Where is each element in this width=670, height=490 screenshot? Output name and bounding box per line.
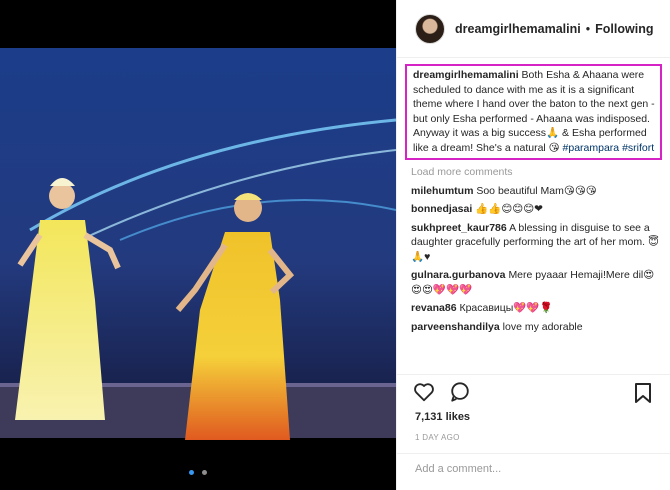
comment-item: sukhpreet_kaur786 A blessing in disguise… [411, 221, 662, 265]
comment-user[interactable]: bonnedjasai [411, 203, 472, 215]
caption-author[interactable]: dreamgirlhemamalini [413, 69, 519, 81]
comment-item: parveenshandilya love my adorable [411, 320, 662, 335]
caption: dreamgirlhemamalini Both Esha & Ahaana w… [405, 64, 662, 160]
add-comment-input[interactable]: Add a comment... [397, 453, 670, 483]
bookmark-icon[interactable] [634, 383, 652, 408]
header-username[interactable]: dreamgirlhemamalini [455, 22, 581, 36]
post-sidebar: dreamgirlhemamalini • Following dreamgir… [396, 0, 670, 490]
comment-item: milehumtum Soo beautiful Mam😘😘😘 [411, 184, 662, 199]
carousel-dots[interactable] [0, 462, 396, 480]
comment-item: gulnara.gurbanova Mere pyaaar Hemaji!Mer… [411, 268, 662, 297]
comment-user[interactable]: milehumtum [411, 185, 473, 197]
caption-hashtags[interactable]: #parampara #srifort [563, 142, 655, 154]
comments-list[interactable]: dreamgirlhemamalini Both Esha & Ahaana w… [405, 64, 666, 378]
heart-icon[interactable] [413, 381, 435, 407]
comment-bubble-icon[interactable] [449, 381, 471, 407]
post-header: dreamgirlhemamalini • Following [397, 0, 670, 58]
action-icons [413, 381, 471, 407]
load-more-comments[interactable]: Load more comments [411, 165, 666, 180]
comment-text: 👍👍😊😊😊❤ [475, 203, 543, 215]
comment-user[interactable]: sukhpreet_kaur786 [411, 222, 507, 234]
comment-user[interactable]: gulnara.gurbanova [411, 269, 506, 281]
post-video-frame [0, 0, 396, 490]
carousel-dot[interactable] [201, 470, 207, 475]
post-actions-section: 7,131 likes 1 DAY AGO Add a comment... [397, 374, 670, 485]
likes-count[interactable]: 7,131 likes [415, 411, 470, 423]
comment-item: bonnedjasai 👍👍😊😊😊❤ [411, 202, 662, 217]
comment-user[interactable]: revana86 [411, 302, 457, 314]
comment-item: revana86 Красавицы💖💖🌹 [411, 301, 662, 316]
comment-text: love my adorable [502, 320, 583, 333]
avatar[interactable] [415, 13, 445, 44]
comment-text: Soo beautiful Mam😘😘😘 [476, 184, 597, 197]
post-media[interactable] [0, 0, 396, 490]
comment-user[interactable]: parveenshandilya [411, 321, 500, 333]
post-date[interactable]: 1 DAY AGO [415, 433, 460, 442]
header-separator: • [585, 21, 591, 36]
comment-text: Красавицы💖💖🌹 [459, 302, 553, 314]
following-button[interactable]: Following [595, 22, 653, 36]
carousel-dot-active[interactable] [189, 470, 195, 475]
